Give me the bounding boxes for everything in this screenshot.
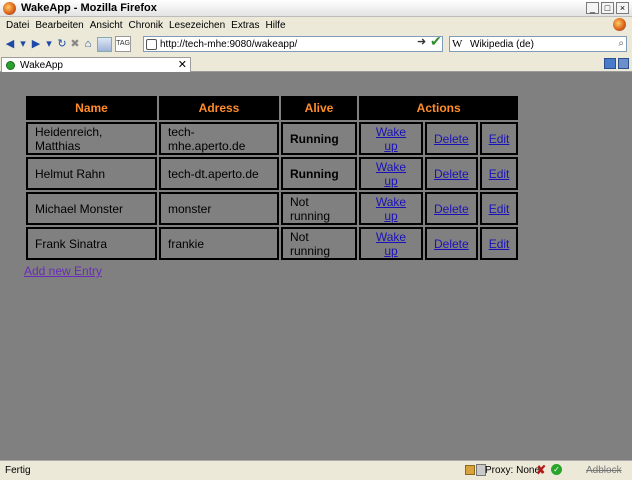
table-row: Michael Monster monster Not running Wake… — [26, 192, 519, 225]
search-bar[interactable]: W Wikipedia (de) ⌕ — [449, 36, 627, 52]
edit-link[interactable]: Edit — [489, 132, 510, 146]
ok-status-icon[interactable]: ✓ — [551, 464, 562, 475]
cell-edit: Edit — [479, 122, 519, 155]
delete-link[interactable]: Delete — [434, 167, 469, 181]
cell-address: monster — [159, 192, 279, 225]
cell-address: frankie — [159, 227, 279, 260]
header-actions: Actions — [359, 96, 519, 120]
list-tabs-icon[interactable] — [604, 58, 616, 69]
wake-up-link[interactable]: Wake up — [376, 125, 406, 153]
menu-ansicht[interactable]: Ansicht — [90, 20, 123, 31]
stop-icon[interactable]: ✖ — [69, 38, 81, 50]
window-controls: _ □ × — [586, 2, 629, 14]
delete-link[interactable]: Delete — [434, 132, 469, 146]
tag-icon[interactable]: TAG — [115, 36, 131, 52]
header-adress: Adress — [159, 96, 279, 120]
home-icon[interactable]: ⌂ — [82, 38, 94, 50]
cell-address: tech-dt.aperto.de — [159, 157, 279, 190]
cell-delete: Delete — [425, 157, 478, 190]
throbber-icon — [613, 18, 626, 31]
firefox-icon — [3, 1, 16, 15]
table-row: Frank Sinatra frankie Not running Wake u… — [26, 227, 519, 260]
edit-link[interactable]: Edit — [489, 237, 510, 251]
wikipedia-icon[interactable]: W — [450, 38, 470, 50]
back-arrow-icon[interactable]: ◀ — [4, 38, 16, 50]
wake-up-link[interactable]: Wake up — [376, 195, 406, 223]
navigation-toolbar: ◀ ▾ ▶ ▾ ↻ ✖ ⌂ TAG http://tech-mhe:9080/w… — [0, 33, 632, 55]
minimize-button[interactable]: _ — [586, 2, 599, 14]
edit-link[interactable]: Edit — [489, 202, 510, 216]
menu-hilfe[interactable]: Hilfe — [266, 20, 286, 31]
cell-name: Frank Sinatra — [26, 227, 157, 260]
tab-close-icon[interactable]: ✕ — [178, 58, 187, 71]
go-icon[interactable]: ➜ — [417, 35, 426, 48]
page-icon — [146, 38, 157, 50]
search-input[interactable]: Wikipedia (de) — [470, 39, 534, 50]
hosts-table: Name Adress Alive Actions Heidenreich, M… — [24, 94, 520, 262]
status-bar: Fertig Proxy: None ✘ ✓ Adblock — [0, 460, 632, 480]
table-header-row: Name Adress Alive Actions — [26, 96, 519, 120]
proxy-status[interactable]: Proxy: None — [485, 465, 540, 476]
menu-chronik[interactable]: Chronik — [129, 20, 163, 31]
url-bar[interactable]: http://tech-mhe:9080/wakeapp/ — [143, 36, 443, 52]
cell-wake: Wake up — [359, 227, 423, 260]
cell-address: tech-mhe.aperto.de — [159, 122, 279, 155]
tab-wakeapp[interactable]: WakeApp ✕ — [1, 57, 191, 72]
cell-edit: Edit — [479, 192, 519, 225]
menu-extras[interactable]: Extras — [231, 20, 259, 31]
cell-name: Heidenreich, Matthias — [26, 122, 157, 155]
menu-bar: Datei Bearbeiten Ansicht Chronik Lesezei… — [0, 17, 632, 33]
menu-lesezeichen[interactable]: Lesezeichen — [169, 20, 225, 31]
cell-name: Helmut Rahn — [26, 157, 157, 190]
cell-delete: Delete — [425, 192, 478, 225]
tab-favicon-icon — [6, 60, 15, 70]
security-icon[interactable] — [465, 465, 475, 475]
wake-up-link[interactable]: Wake up — [376, 230, 406, 258]
status-text: Fertig — [5, 465, 31, 476]
page-content: Name Adress Alive Actions Heidenreich, M… — [0, 72, 632, 460]
reload-icon[interactable]: ↻ — [56, 38, 68, 50]
window-titlebar: WakeApp - Mozilla Firefox _ □ × — [0, 0, 632, 17]
sidebar-toggle-icon[interactable] — [618, 58, 629, 69]
url-text[interactable]: http://tech-mhe:9080/wakeapp/ — [160, 39, 297, 50]
noscript-icon[interactable]: ✘ — [536, 463, 546, 477]
cell-alive: Not running — [281, 192, 357, 225]
menu-bearbeiten[interactable]: Bearbeiten — [35, 20, 83, 31]
search-icon[interactable]: ⌕ — [618, 38, 624, 49]
delete-link[interactable]: Delete — [434, 202, 469, 216]
back-dropdown-icon[interactable]: ▾ — [17, 38, 29, 50]
maximize-button[interactable]: □ — [601, 2, 614, 14]
cell-alive: Running — [281, 157, 357, 190]
check-icon[interactable]: ✔ — [430, 33, 442, 50]
table-row: Heidenreich, Matthias tech-mhe.aperto.de… — [26, 122, 519, 155]
adblock-status[interactable]: Adblock — [586, 465, 622, 476]
cell-name: Michael Monster — [26, 192, 157, 225]
close-window-button[interactable]: × — [616, 2, 629, 14]
cell-alive: Not running — [281, 227, 357, 260]
cell-alive: Running — [281, 122, 357, 155]
cell-wake: Wake up — [359, 192, 423, 225]
cell-edit: Edit — [479, 157, 519, 190]
forward-dropdown-icon[interactable]: ▾ — [43, 38, 55, 50]
cell-edit: Edit — [479, 227, 519, 260]
cell-wake: Wake up — [359, 122, 423, 155]
tab-strip: WakeApp ✕ — [0, 56, 632, 72]
delete-link[interactable]: Delete — [434, 237, 469, 251]
window-title: WakeApp - Mozilla Firefox — [21, 2, 157, 14]
menu-datei[interactable]: Datei — [6, 20, 29, 31]
header-alive: Alive — [281, 96, 357, 120]
tab-label: WakeApp — [20, 59, 63, 71]
forward-arrow-icon[interactable]: ▶ — [30, 38, 42, 50]
table-row: Helmut Rahn tech-dt.aperto.de Running Wa… — [26, 157, 519, 190]
edit-link[interactable]: Edit — [489, 167, 510, 181]
add-new-entry-link[interactable]: Add new Entry — [24, 264, 102, 278]
bookmark-toolbar-icon[interactable] — [97, 36, 112, 52]
wake-up-link[interactable]: Wake up — [376, 160, 406, 188]
header-name: Name — [26, 96, 157, 120]
cell-delete: Delete — [425, 227, 478, 260]
cell-wake: Wake up — [359, 157, 423, 190]
cell-delete: Delete — [425, 122, 478, 155]
